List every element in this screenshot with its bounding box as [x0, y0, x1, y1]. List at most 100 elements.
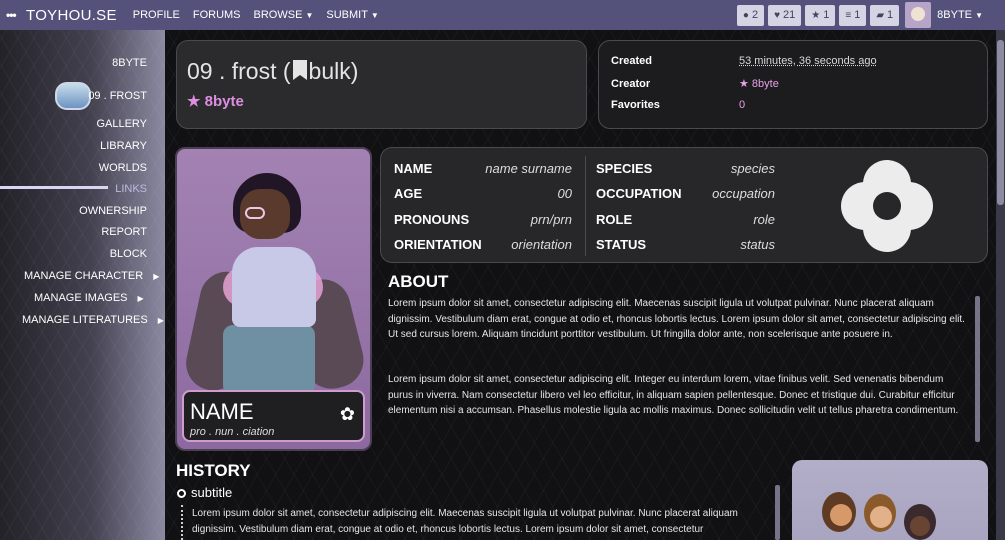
- about-heading: ABOUT: [388, 272, 449, 291]
- info-value: role: [753, 212, 775, 227]
- group-face-3: [910, 516, 930, 536]
- comment-icon: ●: [742, 9, 749, 21]
- meta-created-row: Created 53 minutes, 36 seconds ago: [611, 55, 877, 67]
- about-paragraph-1: Lorem ipsum dolor sit amet, consectetur …: [388, 298, 965, 340]
- about-paragraph-2: Lorem ipsum dolor sit amet, consectetur …: [388, 374, 959, 416]
- caret-down-icon: ▼: [370, 11, 379, 20]
- bullet-icon: [177, 489, 186, 498]
- sidebar-item-block[interactable]: BLOCK: [110, 248, 147, 260]
- nav-forums[interactable]: FORUMS: [193, 9, 241, 21]
- sidebar-character-link[interactable]: 09 . FROST: [88, 90, 147, 102]
- history-subtitle: subtitle: [177, 485, 232, 500]
- notifications-comments-button[interactable]: ● 2: [736, 4, 765, 26]
- history-scrollbar[interactable]: [775, 485, 780, 540]
- star-icon: ★: [811, 9, 821, 21]
- star-count: 1: [823, 9, 830, 21]
- list-count: 1: [854, 9, 861, 21]
- character-title: 09 . frost (bulk): [187, 58, 358, 85]
- character-owner-link[interactable]: ★ 8byte: [187, 92, 244, 110]
- info-role-row: ROLE role: [596, 212, 775, 228]
- chat-count: 1: [887, 9, 894, 21]
- sidebar-item-report[interactable]: REPORT: [101, 226, 147, 238]
- meta-created-value: 53 minutes, 36 seconds ago: [739, 55, 877, 67]
- info-value: status: [740, 237, 775, 252]
- info-label: SPECIES: [596, 161, 653, 176]
- info-label: ROLE: [596, 212, 633, 227]
- character-thumbnail[interactable]: [55, 82, 91, 110]
- heart-count: 21: [783, 9, 796, 21]
- notifications-stars-button[interactable]: ★ 1: [805, 4, 836, 26]
- list-icon: ≡: [845, 9, 852, 21]
- info-value: prn/prn: [530, 212, 572, 227]
- nav-submit-label: SUBMIT: [326, 9, 368, 21]
- character-title-tag: bulk): [308, 58, 359, 84]
- notifications-list-button[interactable]: ≡ 1: [839, 4, 867, 26]
- about-scrollbar[interactable]: [975, 296, 980, 442]
- sidebar-item-ownership[interactable]: OWNERSHIP: [79, 205, 147, 217]
- sidebar-owner-link[interactable]: 8BYTE: [112, 57, 147, 69]
- sidebar-manage-literatures[interactable]: MANAGE LITERATURES ▶: [22, 314, 164, 326]
- history-heading: HISTORY: [176, 461, 251, 480]
- sidebar-item-links[interactable]: LINKS: [115, 183, 147, 195]
- figure-jeans: [223, 325, 315, 395]
- sidebar-item-library[interactable]: LIBRARY: [100, 140, 147, 152]
- info-panel: NAME name surname AGE 00 PRONOUNS prn/prn O…: [380, 147, 988, 263]
- meta-creator-link[interactable]: ★ 8byte: [739, 78, 779, 90]
- sidebar-item-gallery[interactable]: GALLERY: [96, 118, 147, 130]
- sidebar-item-worlds[interactable]: WORLDS: [99, 162, 147, 174]
- nav-submit[interactable]: SUBMIT ▼: [326, 9, 378, 21]
- user-avatar[interactable]: [905, 2, 932, 28]
- meta-panel: Created 53 minutes, 36 seconds ago Creato…: [598, 40, 988, 129]
- sidebar-manage-images[interactable]: MANAGE IMAGES ▶: [34, 292, 144, 304]
- active-indicator: [0, 186, 108, 189]
- group-image[interactable]: [792, 460, 988, 540]
- meta-favorites-label: Favorites: [611, 99, 660, 111]
- info-value: orientation: [511, 237, 572, 252]
- caret-right-icon: ▶: [153, 272, 160, 281]
- info-label: STATUS: [596, 237, 647, 252]
- group-face-2: [870, 506, 892, 528]
- nav-profile[interactable]: PROFILE: [133, 9, 180, 21]
- info-value: species: [730, 161, 775, 176]
- info-orientation-row: ORIENTATION orientation: [394, 237, 572, 253]
- info-label: OCCUPATION: [596, 186, 682, 201]
- caret-down-icon: ▼: [305, 11, 314, 20]
- info-divider: [585, 156, 586, 256]
- info-status-row: STATUS status: [596, 237, 775, 253]
- info-name-row: NAME name surname: [394, 161, 572, 177]
- info-species-row: SPECIES species: [596, 161, 775, 177]
- info-label: AGE: [394, 186, 423, 201]
- name-plate-name: NAME: [190, 399, 254, 424]
- user-menu[interactable]: 8BYTE ▼: [937, 9, 983, 21]
- sidebar-manage-literatures-label: MANAGE LITERATURES: [22, 314, 148, 326]
- info-label: PRONOUNS: [394, 212, 470, 227]
- sidebar-manage-character[interactable]: MANAGE CHARACTER ▶: [24, 270, 159, 282]
- caret-down-icon: ▼: [975, 11, 983, 20]
- sidebar-manage-character-label: MANAGE CHARACTER: [24, 270, 144, 282]
- heart-icon: ♥: [774, 9, 781, 21]
- star-icon: ★: [739, 78, 752, 90]
- notifications-hearts-button[interactable]: ♥ 21: [768, 4, 802, 26]
- flower-emblem-icon: [841, 160, 933, 252]
- comment-count: 2: [751, 9, 759, 21]
- notifications-chat-button[interactable]: ▰ 1: [870, 4, 900, 26]
- character-title-panel: 09 . frost (bulk) ★ 8byte: [176, 40, 587, 129]
- nav-right: ● 2 ♥ 21 ★ 1 ≡ 1 ▰ 1 8BYTE ▼: [736, 0, 1005, 30]
- page-scrollbar-thumb[interactable]: [997, 40, 1004, 205]
- meta-creator-row: Creator ★ 8byte: [611, 77, 779, 90]
- nav-browse-label: BROWSE: [253, 9, 303, 21]
- history-paragraph: Lorem ipsum dolor sit amet, consectetur …: [192, 508, 738, 535]
- name-plate: NAME pro . nun . ciation ✿: [182, 390, 365, 442]
- figure-top: [232, 247, 316, 327]
- flower-icon: ✿: [339, 404, 355, 424]
- caret-right-icon: ▶: [137, 294, 144, 303]
- nav-browse[interactable]: BROWSE ▼: [254, 9, 314, 21]
- info-value: 00: [557, 186, 572, 201]
- site-logo[interactable]: TOYHOU.SE: [26, 7, 117, 24]
- meta-creator-label: Creator: [611, 78, 651, 90]
- star-icon: ★: [187, 93, 205, 110]
- meta-favorites-value: 0: [739, 99, 746, 111]
- group-face-1: [830, 504, 852, 526]
- menu-dots-icon[interactable]: •••: [6, 8, 26, 22]
- timeline-line: [181, 505, 183, 540]
